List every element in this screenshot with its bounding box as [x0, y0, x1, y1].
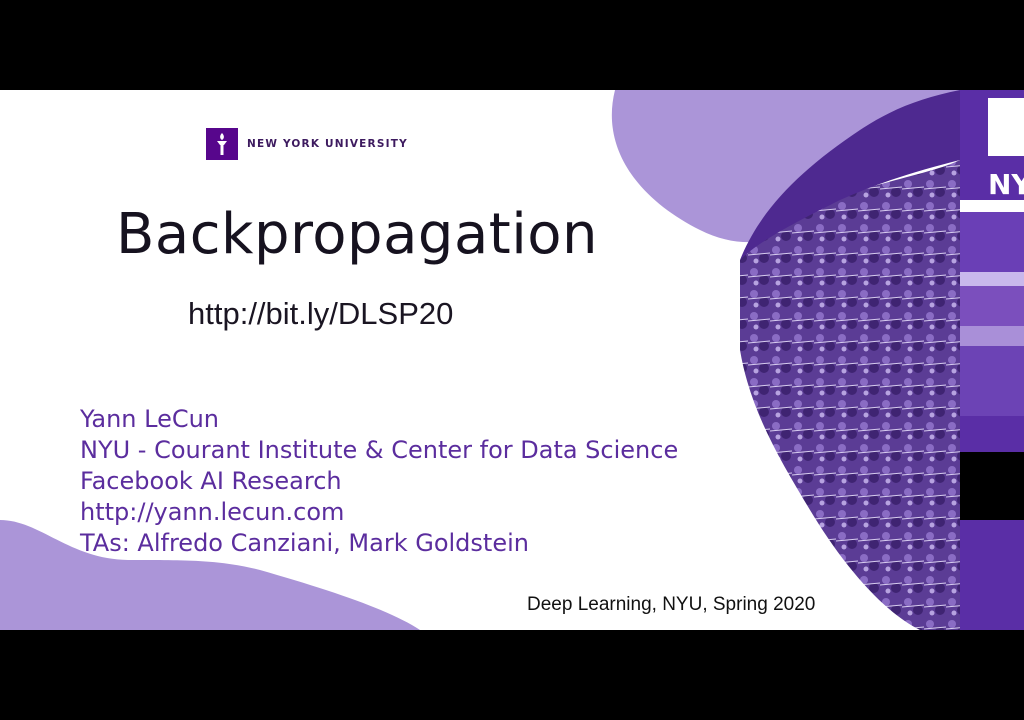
author-line: Yann LeCun: [80, 405, 220, 433]
logo-text: NEW YORK UNIVERSITY: [247, 138, 408, 150]
slide: NEW YORK UNIVERSITY Backpropagation http…: [0, 90, 1024, 630]
author-line: Facebook AI Research: [80, 467, 342, 495]
author-block: Yann LeCun NYU - Courant Institute & Cen…: [80, 404, 678, 559]
author-line: TAs: Alfredo Canziani, Mark Goldstein: [80, 529, 529, 557]
course-link[interactable]: http://bit.ly/DLSP20: [188, 296, 453, 332]
torch-icon: [206, 128, 238, 160]
nyu-logo: NEW YORK UNIVERSITY: [206, 128, 408, 160]
course-footer: Deep Learning, NYU, Spring 2020: [527, 594, 816, 615]
author-line: http://yann.lecun.com: [80, 498, 345, 526]
slide-title: Backpropagation: [116, 202, 599, 267]
author-line: NYU - Courant Institute & Center for Dat…: [80, 436, 679, 464]
side-nyu-logo: NY: [988, 168, 1024, 201]
